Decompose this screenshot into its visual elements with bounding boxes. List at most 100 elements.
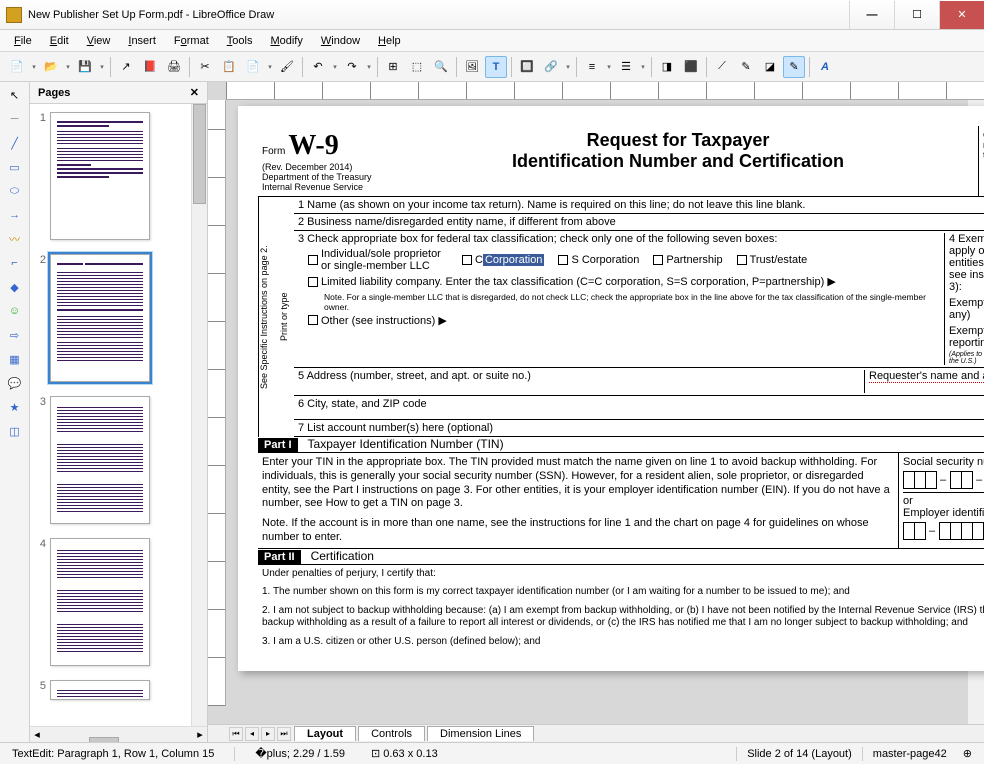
- form-label: Form: [262, 146, 285, 157]
- fontwork2-button[interactable]: A: [814, 56, 836, 78]
- check-llc[interactable]: Limited liability company. Enter the tax…: [308, 275, 836, 288]
- glue-button[interactable]: ✎: [735, 56, 757, 78]
- edit-points-button[interactable]: ⟋: [711, 56, 733, 78]
- rect-tool[interactable]: ▭: [4, 158, 26, 176]
- check-ccorp[interactable]: C Corporation: [462, 248, 544, 272]
- export-pdf-button[interactable]: 📕: [139, 56, 161, 78]
- page-num: 5: [36, 680, 50, 700]
- clone-button[interactable]: 🖌: [276, 56, 298, 78]
- smiley-tool[interactable]: ☺: [4, 302, 26, 320]
- shadow-button[interactable]: ◨: [656, 56, 678, 78]
- new-button[interactable]: 📄: [6, 56, 28, 78]
- open-button[interactable]: 📂: [40, 56, 62, 78]
- pages-vscroll[interactable]: [191, 104, 207, 726]
- hyperlink-button[interactable]: 🔗: [540, 56, 562, 78]
- page-thumb-4[interactable]: [50, 538, 150, 666]
- toggle-button[interactable]: ✎: [783, 56, 805, 78]
- tab-nav-next[interactable]: ▸: [261, 727, 275, 741]
- menu-file[interactable]: File: [6, 33, 40, 49]
- line-tool[interactable]: ─: [4, 110, 26, 128]
- crop-button[interactable]: ⬛: [680, 56, 702, 78]
- tab-controls[interactable]: Controls: [358, 726, 425, 741]
- horizontal-ruler[interactable]: [226, 82, 984, 100]
- star-tool[interactable]: ★: [4, 398, 26, 416]
- menu-format[interactable]: Format: [166, 33, 217, 49]
- shapes-tool[interactable]: ◆: [4, 278, 26, 296]
- save-button[interactable]: 💾: [74, 56, 96, 78]
- flowchart-tool[interactable]: ▦: [4, 350, 26, 368]
- paste-button[interactable]: 📄: [242, 56, 264, 78]
- callout-tool[interactable]: 💬: [4, 374, 26, 392]
- check-scorp[interactable]: S Corporation: [558, 248, 639, 272]
- menu-tools[interactable]: Tools: [219, 33, 261, 49]
- snap-button[interactable]: ⬚: [406, 56, 428, 78]
- textbox-button[interactable]: T: [485, 56, 507, 78]
- check-individual[interactable]: Individual/sole proprietor or single-mem…: [308, 248, 448, 272]
- fit-page-icon[interactable]: ⊕: [957, 747, 978, 760]
- page-thumb-2[interactable]: [50, 254, 150, 382]
- tab-nav-prev[interactable]: ◂: [245, 727, 259, 741]
- ssn-boxes[interactable]: – –: [903, 471, 984, 489]
- save-dropdown[interactable]: ▾: [98, 63, 106, 71]
- line2-tool[interactable]: ╱: [4, 134, 26, 152]
- redo-dropdown[interactable]: ▾: [365, 63, 373, 71]
- menu-window[interactable]: Window: [313, 33, 368, 49]
- new-dropdown[interactable]: ▾: [30, 63, 38, 71]
- page-content[interactable]: Form W-9 (Rev. December 2014) Department…: [238, 106, 984, 671]
- close-button[interactable]: ✕: [939, 1, 984, 29]
- redo-button[interactable]: ↷: [341, 56, 363, 78]
- page-thumb-5[interactable]: [50, 680, 150, 700]
- statusbar: TextEdit: Paragraph 1, Row 1, Column 15 …: [0, 742, 984, 764]
- export-button[interactable]: ↗: [115, 56, 137, 78]
- selected-text[interactable]: Corporation: [483, 254, 544, 266]
- menu-edit[interactable]: Edit: [42, 33, 77, 49]
- check-other[interactable]: Other (see instructions) ▶: [308, 314, 447, 327]
- ellipse-tool[interactable]: ⬭: [4, 182, 26, 200]
- fontwork-button[interactable]: 🔲: [516, 56, 538, 78]
- block-arrow-tool[interactable]: ⇨: [4, 326, 26, 344]
- exempt-payee: Exempt payee code (if any): [949, 297, 984, 321]
- menu-insert[interactable]: Insert: [120, 33, 164, 49]
- tab-nav-last[interactable]: ⏭: [277, 727, 291, 741]
- copy-button[interactable]: 📋: [218, 56, 240, 78]
- menu-view[interactable]: View: [79, 33, 119, 49]
- line7: 7 List account number(s) here (optional): [298, 422, 984, 434]
- image-button[interactable]: 🖼: [461, 56, 483, 78]
- arrange-button[interactable]: ☰: [615, 56, 637, 78]
- menu-modify[interactable]: Modify: [262, 33, 310, 49]
- tab-nav-first[interactable]: ⏮: [229, 727, 243, 741]
- cut-button[interactable]: ✂: [194, 56, 216, 78]
- maximize-button[interactable]: ☐: [894, 1, 939, 29]
- pages-close-icon[interactable]: ✕: [190, 86, 199, 99]
- 3d-tool[interactable]: ◫: [4, 422, 26, 440]
- pages-list[interactable]: 1 2 3: [30, 104, 207, 726]
- canvas[interactable]: Form W-9 (Rev. December 2014) Department…: [208, 100, 984, 724]
- grid-button[interactable]: ⊞: [382, 56, 404, 78]
- minimize-button[interactable]: —: [849, 1, 894, 29]
- check-trust[interactable]: Trust/estate: [737, 248, 808, 272]
- extrusion-button[interactable]: ◪: [759, 56, 781, 78]
- status-pos: �plus; 2.29 / 1.59: [249, 747, 351, 760]
- undo-button[interactable]: ↶: [307, 56, 329, 78]
- side-toolbar: ↖ ─ ╱ ▭ ⬭ → 〰 ⌐ ◆ ☺ ⇨ ▦ 💬 ★ ◫: [0, 82, 30, 742]
- page-thumb-3[interactable]: [50, 396, 150, 524]
- menu-help[interactable]: Help: [370, 33, 409, 49]
- page-thumb-1[interactable]: [50, 112, 150, 240]
- align-button[interactable]: ≡: [581, 56, 603, 78]
- select-tool[interactable]: ↖: [4, 86, 26, 104]
- arrow-tool[interactable]: →: [4, 206, 26, 224]
- undo-dropdown[interactable]: ▾: [331, 63, 339, 71]
- print-button[interactable]: 🖨: [163, 56, 185, 78]
- status-master[interactable]: master-page42: [867, 748, 953, 760]
- tab-dimension[interactable]: Dimension Lines: [427, 726, 534, 741]
- pages-hscroll[interactable]: ◂ ▸: [30, 726, 207, 742]
- paste-dropdown[interactable]: ▾: [266, 63, 274, 71]
- zoom-button[interactable]: 🔍: [430, 56, 452, 78]
- ein-boxes[interactable]: –: [903, 522, 984, 540]
- tab-layout[interactable]: Layout: [294, 726, 356, 741]
- curve-tool[interactable]: 〰: [4, 230, 26, 248]
- connector-tool[interactable]: ⌐: [4, 254, 26, 272]
- check-partnership[interactable]: Partnership: [653, 248, 722, 272]
- form-title-2: Identification Number and Certification: [382, 151, 974, 172]
- open-dropdown[interactable]: ▾: [64, 63, 72, 71]
